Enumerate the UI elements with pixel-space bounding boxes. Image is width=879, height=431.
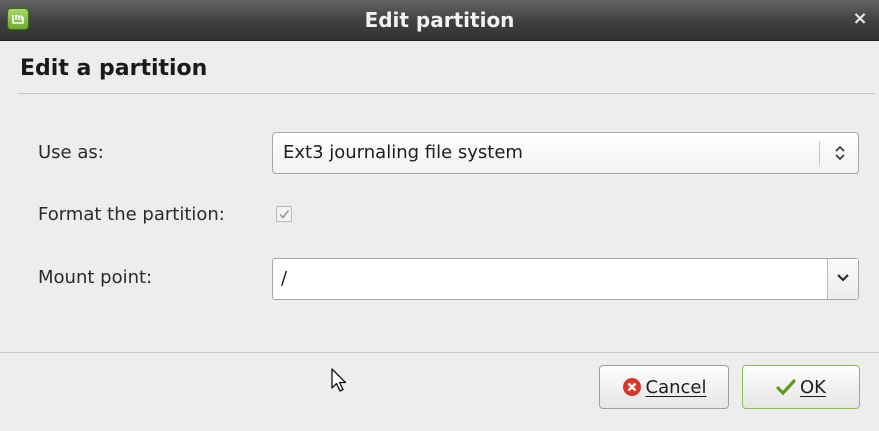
use-as-value: Ext3 journaling file system (283, 142, 523, 163)
format-partition-checkbox[interactable] (276, 206, 292, 222)
cancel-icon (622, 378, 641, 396)
mount-point-combo[interactable]: / (272, 258, 859, 300)
format-partition-label: Format the partition: (38, 204, 225, 225)
use-as-label: Use as: (38, 142, 104, 163)
edit-partition-dialog: Edit partition × Edit a partition Use as… (0, 0, 879, 431)
ok-label: OK (800, 376, 826, 398)
mouse-cursor-icon (331, 368, 347, 398)
mount-point-input[interactable]: / (281, 259, 287, 299)
title-bar[interactable]: Edit partition × (0, 0, 879, 41)
window-title: Edit partition (364, 8, 515, 32)
cancel-button[interactable]: Cancel (599, 365, 729, 409)
ok-button[interactable]: OK (742, 365, 860, 409)
cancel-label: Cancel (645, 376, 707, 398)
mount-point-label: Mount point: (38, 267, 153, 288)
mount-point-dropdown-button[interactable] (827, 259, 858, 299)
page-title: Edit a partition (20, 56, 208, 81)
checkmark-icon (776, 379, 796, 396)
close-icon[interactable]: × (849, 8, 871, 30)
heading-divider (18, 93, 875, 94)
combo-divider (819, 141, 820, 165)
up-down-arrows-icon (830, 143, 850, 163)
use-as-select[interactable]: Ext3 journaling file system (272, 132, 859, 174)
chevron-down-icon (837, 274, 849, 282)
button-area-divider (0, 352, 879, 353)
